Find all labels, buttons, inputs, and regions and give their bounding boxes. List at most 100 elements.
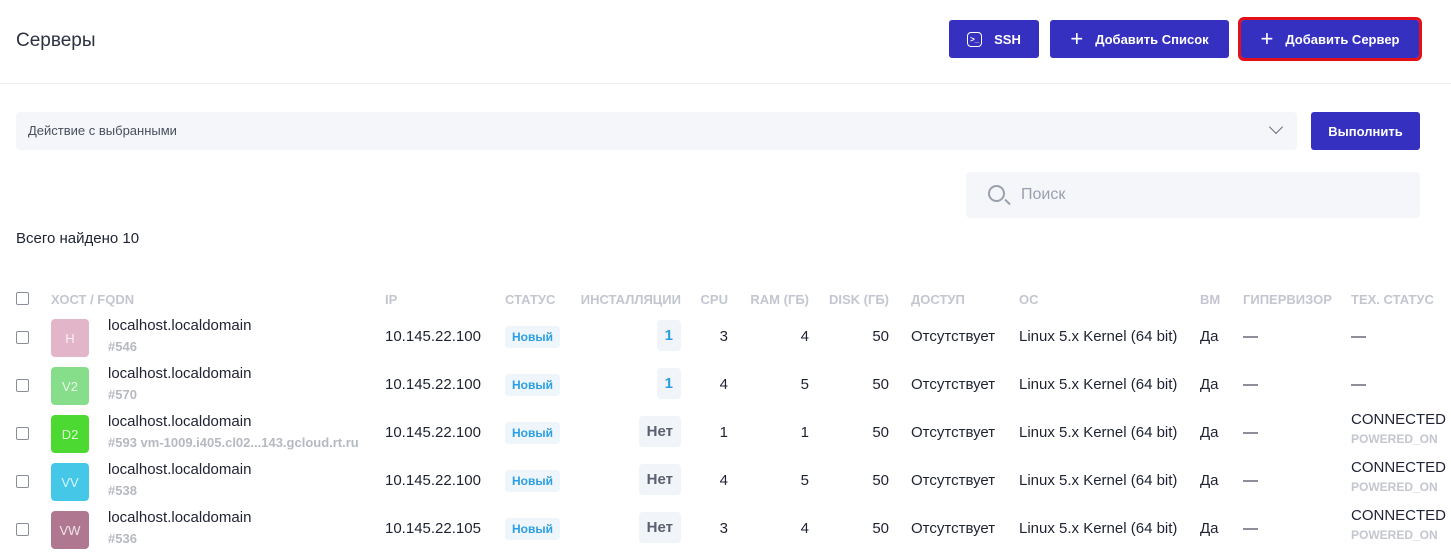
status-badge: Новый [505,422,560,444]
tech-status: CONNECTED [1351,411,1447,428]
col-host[interactable]: ХОСТ / FQDN [51,292,134,307]
select-all-checkbox[interactable] [16,292,29,305]
col-ram[interactable]: RAM (ГБ) [750,292,809,307]
avatar: VW [51,511,89,549]
col-access[interactable]: ДОСТУП [911,292,965,307]
ip: 10.145.22.105 [385,520,481,537]
row-checkbox[interactable] [16,523,29,536]
installs-badge[interactable]: Нет [638,416,681,447]
col-ip[interactable]: IP [385,292,397,307]
row-checkbox[interactable] [16,475,29,488]
os: Linux 5.x Kernel (64 bit) [1019,424,1178,441]
avatar: V2 [51,367,89,405]
hypervisor: — [1243,328,1258,345]
table-row[interactable]: H localhost.localdomain #546 10.145.22.1… [0,314,1451,362]
row-checkbox[interactable] [16,331,29,344]
host-name[interactable]: localhost.localdomain [108,461,251,478]
ip: 10.145.22.100 [385,424,481,441]
ram: 4 [800,328,809,345]
ip: 10.145.22.100 [385,376,481,393]
col-os[interactable]: ОС [1019,292,1039,307]
add-server-label: Добавить Сервер [1285,31,1400,47]
tech-status: — [1351,328,1366,345]
ip: 10.145.22.100 [385,328,481,345]
disk: 50 [872,472,889,489]
table-row[interactable]: V2 localhost.localdomain #570 10.145.22.… [0,362,1451,410]
vm: Да [1200,424,1219,441]
hypervisor: — [1243,520,1258,537]
cpu: 3 [719,520,728,537]
disk: 50 [872,424,889,441]
os: Linux 5.x Kernel (64 bit) [1019,376,1178,393]
installs-badge[interactable]: Нет [638,464,681,495]
col-vm[interactable]: ВМ [1200,292,1220,307]
vm: Да [1200,472,1219,489]
host-name[interactable]: localhost.localdomain [108,317,251,334]
bulk-action-select[interactable]: Действие с выбранными [16,112,1297,150]
access: Отсутствует [911,520,996,537]
installs-badge[interactable]: 1 [656,368,681,399]
ram: 4 [800,520,809,537]
ssh-label: SSH [994,31,1021,47]
table-row[interactable]: VW localhost.localdomain #536 10.145.22.… [0,506,1451,554]
cpu: 1 [719,424,728,441]
ssh-button[interactable]: >_ SSH [949,20,1039,58]
tech-status: CONNECTED [1351,459,1447,476]
power-status: POWERED_ON [1351,480,1438,494]
status-badge: Новый [505,374,560,396]
search-icon [988,185,1005,202]
search-placeholder: Поиск [1021,186,1066,203]
run-button[interactable]: Выполнить [1311,112,1420,150]
host-id: #538 [108,483,137,498]
host-id: #546 [108,339,137,354]
col-disk[interactable]: DISK (ГБ) [829,292,889,307]
installs-badge[interactable]: Нет [638,512,681,543]
col-installs[interactable]: ИНСТАЛЛЯЦИИ [581,292,681,307]
host-name[interactable]: localhost.localdomain [108,509,251,526]
access: Отсутствует [911,376,996,393]
table-row[interactable]: VV localhost.localdomain #538 10.145.22.… [0,458,1451,506]
col-status[interactable]: СТАТУС [505,292,555,307]
host-id: #593 vm-1009.i405.cl02...143.gcloud.rt.r… [108,435,359,450]
tech-status: CONNECTED [1351,507,1447,524]
host-name[interactable]: localhost.localdomain [108,413,251,430]
power-status: POWERED_ON [1351,528,1438,542]
add-server-button[interactable]: + Добавить Сервер [1238,17,1422,61]
vm: Да [1200,520,1219,537]
disk: 50 [872,376,889,393]
access: Отсутствует [911,328,996,345]
disk: 50 [872,328,889,345]
terminal-icon: >_ [967,31,983,47]
hypervisor: — [1243,472,1258,489]
cpu: 3 [719,328,728,345]
ram: 1 [800,424,809,441]
search-input[interactable]: Поиск [966,172,1420,218]
add-list-button[interactable]: + Добавить Список [1050,20,1229,58]
chevron-down-icon [1268,119,1284,135]
hypervisor: — [1243,424,1258,441]
col-tech-status[interactable]: ТЕХ. СТАТУС [1351,292,1434,307]
cpu: 4 [719,472,728,489]
status-badge: Новый [505,518,560,540]
col-hypervisor[interactable]: ГИПЕРВИЗОР [1243,292,1332,307]
power-status: POWERED_ON [1351,432,1438,446]
avatar: VV [51,463,89,501]
row-checkbox[interactable] [16,379,29,392]
page-title: Серверы [16,30,96,51]
installs-badge[interactable]: 1 [656,320,681,351]
table-row[interactable]: D2 localhost.localdomain #593 vm-1009.i4… [0,410,1451,458]
access: Отсутствует [911,472,996,489]
plus-icon: + [1260,26,1274,51]
vm: Да [1200,328,1219,345]
bulk-action-placeholder: Действие с выбранными [28,123,177,138]
col-cpu[interactable]: CPU [701,292,728,307]
host-name[interactable]: localhost.localdomain [108,365,251,382]
row-checkbox[interactable] [16,427,29,440]
os: Linux 5.x Kernel (64 bit) [1019,328,1178,345]
host-id: #570 [108,387,137,402]
hypervisor: — [1243,376,1258,393]
avatar: H [51,319,89,357]
total-count: Всего найдено 10 [16,230,140,247]
os: Linux 5.x Kernel (64 bit) [1019,472,1178,489]
disk: 50 [872,520,889,537]
